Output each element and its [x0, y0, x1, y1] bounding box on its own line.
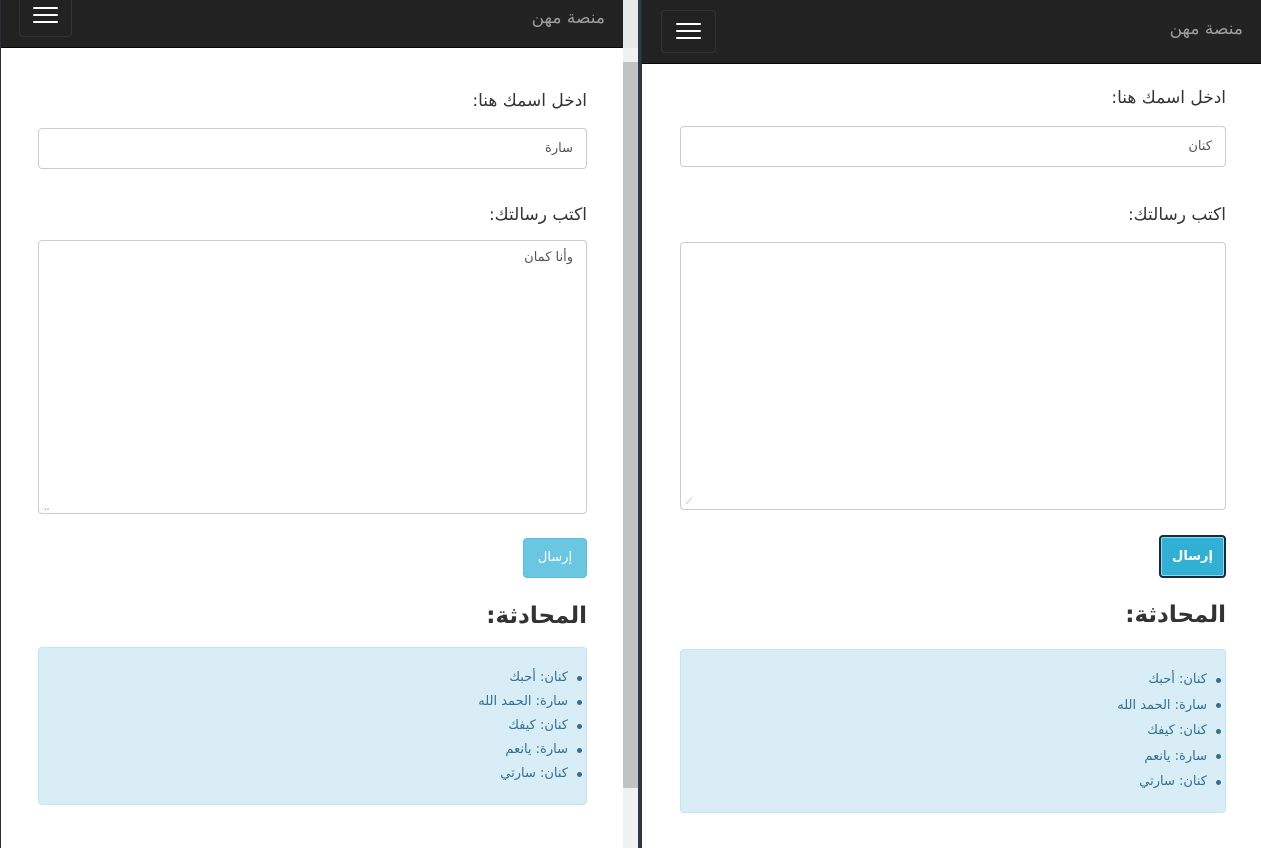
message-label: اكتب رسالتك:: [1127, 205, 1226, 225]
hamburger-icon: [676, 37, 701, 39]
message-textarea[interactable]: وأنا كمان ⣀: [38, 240, 587, 514]
chat-message: سارة: يانعم: [478, 738, 582, 762]
hamburger-icon: [33, 14, 58, 16]
brand-title[interactable]: منصة مهن: [1170, 19, 1243, 39]
resize-grip-icon[interactable]: ⣀: [41, 502, 50, 511]
hamburger-icon: [676, 30, 701, 32]
hamburger-icon: [33, 21, 58, 23]
hamburger-icon: [33, 7, 58, 9]
chat-message-list: كنان: أحبك سارة: الحمد الله كنان: كيفك س…: [478, 666, 582, 786]
hamburger-icon: [676, 23, 701, 25]
chat-panel: كنان: أحبك سارة: الحمد الله كنان: كيفك س…: [680, 649, 1226, 813]
name-label: ادخل اسمك هنا:: [472, 91, 587, 111]
chat-message: كنان: سارتي: [478, 762, 582, 786]
chat-message: كنان: سارتي: [1117, 769, 1221, 795]
chat-message: كنان: أحبك: [478, 666, 582, 690]
left-browser-window: منصة مهن ادخل اسمك هنا: سارة اكتب رسالتك…: [0, 0, 623, 848]
message-label: اكتب رسالتك:: [488, 205, 587, 225]
right-browser-window: منصة مهن ادخل اسمك هنا: كنان اكتب رسالتك…: [641, 0, 1261, 848]
chat-panel: كنان: أحبك سارة: الحمد الله كنان: كيفك س…: [38, 647, 587, 805]
chat-title: المحادثة:: [1125, 602, 1226, 628]
name-label: ادخل اسمك هنا:: [1111, 88, 1226, 108]
resize-grip-icon[interactable]: ⟋: [683, 498, 692, 507]
screenshot-stage: منصة مهن ادخل اسمك هنا: سارة اكتب رسالتك…: [0, 0, 1261, 848]
scrollbar-thumb[interactable]: [623, 62, 638, 788]
chat-message-list: كنان: أحبك سارة: الحمد الله كنان: كيفك س…: [1117, 667, 1221, 795]
menu-toggle-button[interactable]: [661, 10, 716, 53]
menu-toggle-button[interactable]: [19, 0, 72, 37]
message-text: وأنا كمان: [524, 250, 573, 265]
chat-message: سارة: يانعم: [1117, 744, 1221, 770]
chat-title: المحادثة:: [486, 603, 587, 629]
navbar: منصة مهن: [1, 0, 623, 48]
send-button[interactable]: إرسال: [523, 538, 587, 578]
chat-message: كنان: كيفك: [1117, 718, 1221, 744]
chat-message: كنان: أحبك: [1117, 667, 1221, 693]
chat-message: سارة: الحمد الله: [1117, 693, 1221, 719]
name-input[interactable]: سارة: [38, 128, 587, 169]
name-input[interactable]: كنان: [680, 126, 1226, 167]
send-button[interactable]: إرسال: [1159, 535, 1226, 578]
chat-message: كنان: كيفك: [478, 714, 582, 738]
navbar: منصة مهن: [642, 0, 1261, 64]
brand-title[interactable]: منصة مهن: [532, 8, 605, 28]
message-textarea[interactable]: ⟋: [680, 242, 1226, 510]
chat-message: سارة: الحمد الله: [478, 690, 582, 714]
